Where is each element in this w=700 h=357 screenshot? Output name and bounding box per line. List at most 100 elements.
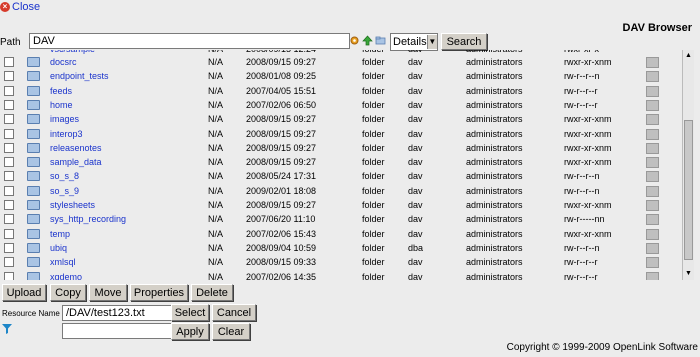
folder-link[interactable]: so_s_8 bbox=[50, 171, 79, 181]
edit-properties-icon[interactable] bbox=[646, 214, 659, 226]
edit-properties-icon[interactable] bbox=[646, 228, 659, 240]
edit-properties-icon[interactable] bbox=[646, 142, 659, 154]
folder-link[interactable]: feeds bbox=[50, 86, 72, 96]
cell-modified: 2007/04/05 15:51 bbox=[246, 85, 317, 96]
up-folder-icon[interactable] bbox=[362, 35, 373, 46]
copy-button[interactable]: Copy bbox=[50, 284, 86, 301]
folder-link[interactable]: images bbox=[50, 114, 79, 124]
row-checkbox[interactable] bbox=[4, 200, 14, 210]
cancel-button[interactable]: Cancel bbox=[212, 304, 256, 321]
table-row[interactable]: sample_data N/A 2008/09/15 09:27 folder dav a… bbox=[0, 156, 682, 170]
folder-link[interactable]: xqdemo bbox=[50, 272, 82, 281]
row-checkbox[interactable] bbox=[4, 157, 14, 168]
table-row[interactable]: endpoint_tests N/A 2008/01/08 09:25 folder d… bbox=[0, 70, 682, 84]
row-checkbox[interactable] bbox=[4, 114, 14, 125]
resource-name-input[interactable] bbox=[62, 305, 174, 321]
table-row[interactable]: so_s_8 N/A 2008/05/24 17:31 folder dav admini… bbox=[0, 170, 682, 184]
cell-type: folder bbox=[362, 99, 385, 110]
row-checkbox[interactable] bbox=[4, 85, 14, 96]
edit-properties-icon[interactable] bbox=[646, 71, 659, 83]
scroll-up-icon[interactable]: ▲ bbox=[683, 50, 694, 61]
folder-link[interactable]: stylesheets bbox=[50, 200, 95, 210]
table-row[interactable]: docsrc N/A 2008/09/15 09:27 folder dav admini… bbox=[0, 56, 682, 70]
cell-modified: 2008/09/15 09:27 bbox=[246, 128, 317, 139]
edit-properties-icon[interactable] bbox=[646, 200, 659, 211]
edit-properties-icon[interactable] bbox=[646, 257, 659, 269]
new-folder-icon[interactable] bbox=[375, 35, 386, 46]
row-checkbox[interactable] bbox=[4, 57, 14, 67]
row-checkbox[interactable] bbox=[4, 228, 14, 239]
upload-button[interactable]: Upload bbox=[2, 284, 46, 301]
row-checkbox[interactable] bbox=[4, 271, 14, 280]
row-checkbox[interactable] bbox=[4, 185, 14, 196]
cell-modified: 2008/09/15 09:27 bbox=[246, 57, 317, 67]
table-row[interactable]: so_s_9 N/A 2009/02/01 18:08 folder dav admini… bbox=[0, 185, 682, 199]
cell-size: N/A bbox=[208, 128, 224, 139]
table-row[interactable]: sys_http_recording N/A 2007/06/20 11:10 fol… bbox=[0, 213, 682, 227]
properties-button[interactable]: Properties bbox=[130, 284, 188, 301]
row-checkbox[interactable] bbox=[4, 142, 14, 153]
row-checkbox[interactable] bbox=[4, 242, 14, 253]
cell-group: administrators bbox=[466, 242, 523, 253]
cell-perms: rwxr-xr-xnm bbox=[564, 114, 612, 125]
folder-link[interactable]: sample_data bbox=[50, 157, 102, 167]
edit-properties-icon[interactable] bbox=[646, 85, 659, 97]
edit-properties-icon[interactable] bbox=[646, 242, 659, 254]
edit-properties-icon[interactable] bbox=[646, 171, 659, 183]
table-row[interactable]: temp N/A 2007/02/06 15:43 folder dav administ… bbox=[0, 228, 682, 242]
folder-icon bbox=[27, 85, 40, 96]
cell-type: folder bbox=[362, 114, 385, 125]
cell-perms: rw-r--r--r bbox=[564, 271, 598, 281]
table-row[interactable]: stylesheets N/A 2008/09/15 09:27 folder dav a… bbox=[0, 199, 682, 213]
apply-button[interactable]: Apply bbox=[171, 323, 209, 340]
folder-link[interactable]: ubiq bbox=[50, 243, 67, 253]
scroll-thumb[interactable] bbox=[684, 120, 693, 260]
folder-link[interactable]: endpoint_tests bbox=[50, 71, 109, 81]
folder-link[interactable]: xmlsql bbox=[50, 257, 76, 267]
select-button[interactable]: Select bbox=[171, 304, 209, 321]
folder-link[interactable]: home bbox=[50, 100, 73, 110]
folder-link[interactable]: docsrc bbox=[50, 57, 77, 67]
table-row[interactable]: xmlsql N/A 2008/09/15 09:33 folder dav admini… bbox=[0, 256, 682, 270]
edit-properties-icon[interactable] bbox=[646, 157, 659, 169]
row-checkbox[interactable] bbox=[4, 257, 14, 268]
table-row[interactable]: home N/A 2007/02/06 06:50 folder dav administ… bbox=[0, 99, 682, 113]
edit-properties-icon[interactable] bbox=[646, 128, 659, 140]
table-row[interactable]: feeds N/A 2007/04/05 15:51 folder dav adminis… bbox=[0, 85, 682, 99]
folder-link[interactable]: sys_http_recording bbox=[50, 214, 126, 224]
folder-link[interactable]: vsc/sample bbox=[50, 50, 95, 54]
table-row[interactable]: releasenotes N/A 2008/09/15 09:27 folder dav… bbox=[0, 142, 682, 156]
edit-properties-icon[interactable] bbox=[646, 57, 659, 68]
view-select[interactable]: Details ▼ bbox=[390, 33, 438, 51]
folder-link[interactable]: interop3 bbox=[50, 129, 83, 139]
clear-button[interactable]: Clear bbox=[212, 323, 250, 340]
close-link[interactable]: × Close bbox=[0, 0, 40, 14]
edit-properties-icon[interactable] bbox=[646, 99, 659, 111]
cell-type: folder bbox=[362, 200, 385, 210]
edit-properties-icon[interactable] bbox=[646, 185, 659, 197]
scrollbar[interactable]: ▲ ▼ bbox=[682, 50, 694, 280]
table-row[interactable]: xqdemo N/A 2007/02/06 14:35 folder dav admini… bbox=[0, 271, 682, 281]
folder-link[interactable]: releasenotes bbox=[50, 143, 102, 153]
settings-icon[interactable] bbox=[349, 35, 360, 46]
row-checkbox[interactable] bbox=[4, 171, 14, 182]
folder-link[interactable]: so_s_9 bbox=[50, 186, 79, 196]
table-row[interactable]: images N/A 2008/09/15 09:27 folder dav admini… bbox=[0, 113, 682, 127]
search-button[interactable]: Search bbox=[441, 33, 487, 50]
table-row[interactable]: interop3 N/A 2008/09/15 09:27 folder dav admi… bbox=[0, 128, 682, 142]
filter-input[interactable] bbox=[62, 323, 174, 339]
edit-properties-icon[interactable] bbox=[646, 114, 659, 126]
cell-modified: 2008/05/24 17:31 bbox=[246, 171, 317, 182]
row-checkbox[interactable] bbox=[4, 128, 14, 139]
row-checkbox[interactable] bbox=[4, 214, 14, 225]
edit-properties-icon[interactable] bbox=[646, 271, 659, 280]
folder-link[interactable]: temp bbox=[50, 229, 70, 239]
delete-button[interactable]: Delete bbox=[191, 284, 233, 301]
row-checkbox[interactable] bbox=[4, 99, 14, 110]
row-checkbox[interactable] bbox=[4, 71, 14, 82]
move-button[interactable]: Move bbox=[89, 284, 127, 301]
table-row[interactable]: ubiq N/A 2008/09/04 10:59 folder dba administ… bbox=[0, 242, 682, 256]
path-input[interactable] bbox=[29, 33, 350, 49]
scroll-down-icon[interactable]: ▼ bbox=[683, 268, 694, 279]
cell-type: folder bbox=[362, 157, 385, 168]
